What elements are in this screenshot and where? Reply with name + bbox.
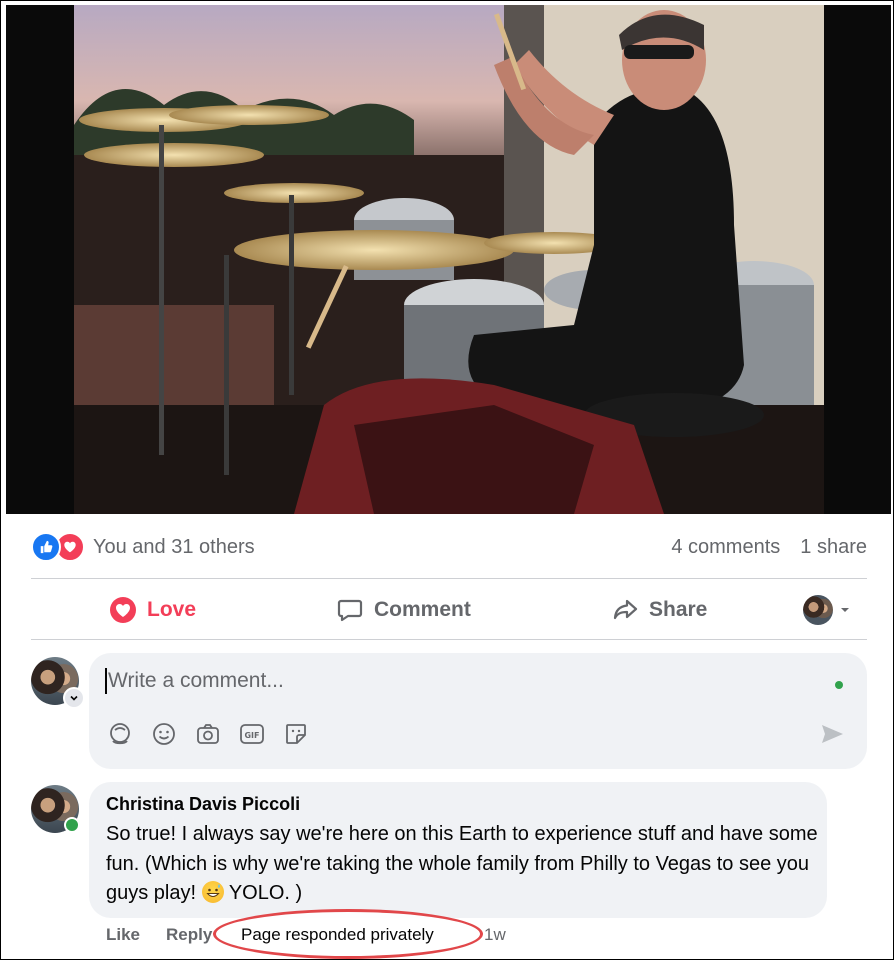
love-reaction-icon <box>110 597 136 623</box>
share-button-label: Share <box>649 598 708 621</box>
reaction-icons <box>31 532 85 562</box>
post-card: You and 31 others 4 comments 1 share Lov… <box>0 0 894 960</box>
love-button[interactable]: Love <box>109 596 196 624</box>
share-icon <box>613 599 638 620</box>
gif-icon[interactable]: GIF <box>239 721 265 747</box>
comments-count-link[interactable]: 4 comments <box>671 536 780 559</box>
drummer-illustration <box>74 5 824 514</box>
comment-button-label: Comment <box>374 598 471 621</box>
engagement-counts: 4 comments 1 share <box>671 536 867 559</box>
divider <box>31 639 867 640</box>
like-icon <box>31 532 61 562</box>
reactions-summary[interactable]: You and 31 others <box>31 532 255 562</box>
comment-like-link[interactable]: Like <box>106 925 140 945</box>
reactions-count-text[interactable]: You and 31 others <box>93 536 255 559</box>
sticker-icon[interactable] <box>283 721 309 747</box>
post-photo[interactable] <box>74 5 824 514</box>
comment-composer: Write a comment... GIF <box>89 653 867 769</box>
comment-text-tail: YOLO. ) <box>228 882 303 904</box>
grinning-sweat-emoji-icon <box>201 881 224 903</box>
comment-input[interactable]: Write a comment... <box>105 667 805 695</box>
divider <box>31 578 867 579</box>
post-photo-container <box>6 5 891 514</box>
comment-author-name[interactable]: Christina Davis Piccoli <box>106 794 300 815</box>
send-icon[interactable] <box>819 721 845 747</box>
comment-button[interactable]: Comment <box>336 596 471 624</box>
camera-icon[interactable] <box>195 721 221 747</box>
comment-input-placeholder: Write a comment... <box>108 669 284 692</box>
online-status-dot <box>64 817 80 833</box>
comment-text: So true! I always say we're here on this… <box>106 820 821 909</box>
emoji-icon[interactable] <box>151 721 177 747</box>
svg-text:GIF: GIF <box>244 731 259 740</box>
profile-avatar <box>803 595 833 625</box>
comment-timestamp[interactable]: 1w <box>484 925 506 945</box>
composer-tools: GIF <box>107 721 309 747</box>
page-responded-privately-note: Page responded privately <box>241 925 434 944</box>
love-button-label: Love <box>147 598 197 621</box>
caret-down-icon <box>841 608 849 612</box>
avatar-switch-chevron-icon[interactable] <box>63 687 85 709</box>
reaction-profile-selector[interactable] <box>803 595 851 625</box>
post-stats-row: You and 31 others 4 comments 1 share <box>31 529 867 565</box>
text-caret <box>105 668 107 694</box>
comment-reply-link[interactable]: Reply <box>166 925 212 945</box>
share-button[interactable]: Share <box>611 596 707 624</box>
comment-icon <box>337 599 363 622</box>
post-actions-bar: Love Comment Share <box>31 583 867 637</box>
shares-count-link[interactable]: 1 share <box>800 536 867 559</box>
comment-bubble: Christina Davis Piccoli So true! I alway… <box>89 782 827 918</box>
avatar-sticker-icon[interactable] <box>107 721 133 747</box>
status-dot <box>835 681 843 689</box>
